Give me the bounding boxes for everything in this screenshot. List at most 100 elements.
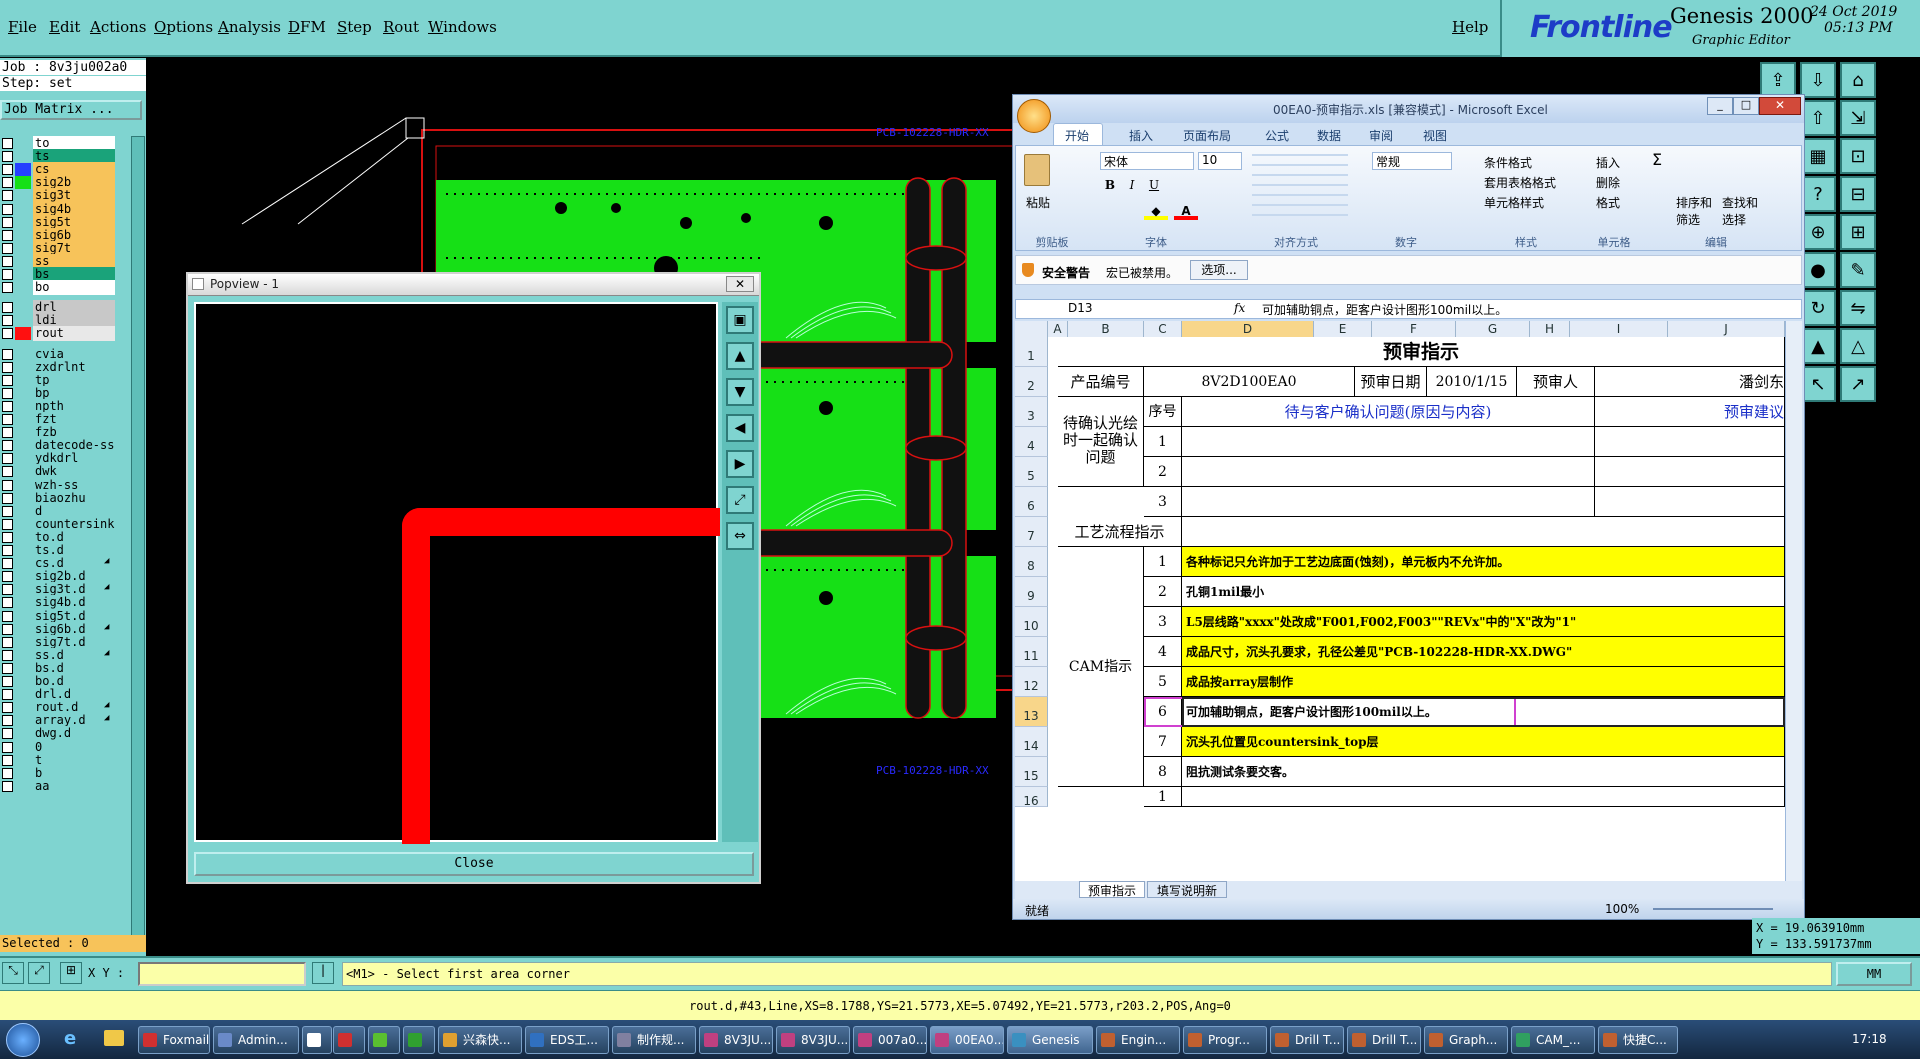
row-header[interactable]: 2 [1015, 367, 1048, 397]
confirm-row-question[interactable] [1182, 427, 1595, 457]
delete-cells-button[interactable]: 删除 [1596, 174, 1620, 191]
product-no-label[interactable]: 产品编号 [1058, 367, 1144, 397]
taskbar-item[interactable] [333, 1026, 365, 1054]
row-header[interactable]: 6 [1015, 487, 1048, 517]
taskbar-item[interactable]: Progr... [1183, 1026, 1267, 1054]
menu-help[interactable]: Help [1452, 18, 1488, 36]
layer-color-swatch[interactable] [15, 767, 31, 780]
confirm-row-question[interactable] [1182, 487, 1595, 517]
layer-checkbox[interactable] [2, 361, 13, 373]
minimize-icon[interactable]: _ [1707, 97, 1733, 115]
layer-checkbox[interactable] [2, 242, 13, 254]
tool-button[interactable]: ⇲ [1840, 100, 1876, 136]
row-header[interactable]: 8 [1015, 547, 1048, 577]
layer-checkbox[interactable] [2, 610, 13, 622]
tool-button[interactable]: ⊡ [1840, 138, 1876, 174]
taskbar-item[interactable]: 00EA0... [930, 1026, 1004, 1054]
layer-color-swatch[interactable] [15, 675, 31, 688]
cam-item-text[interactable]: 成品按array层制作 [1182, 667, 1785, 697]
tool-button[interactable]: ✎ [1840, 252, 1876, 288]
align-icons[interactable] [1252, 154, 1348, 218]
layer-color-swatch[interactable] [15, 150, 31, 163]
layer-checkbox[interactable] [2, 151, 13, 163]
reviewer-value[interactable]: 潘剑东 [1595, 367, 1785, 397]
tool-button[interactable]: ● [1800, 252, 1836, 288]
sheet-title[interactable]: 预审指示 [1058, 337, 1785, 367]
layer-checkbox[interactable] [2, 302, 13, 314]
underline-button[interactable]: U [1144, 178, 1164, 196]
tab-insert[interactable]: 插入 [1129, 127, 1153, 144]
layer-checkbox[interactable] [2, 545, 13, 556]
layer-color-swatch[interactable] [15, 610, 31, 623]
layer-color-swatch[interactable] [15, 452, 31, 465]
name-box[interactable]: D13 [1018, 301, 1168, 317]
menu-file[interactable]: File [8, 18, 37, 36]
popview-close-icon[interactable]: ✕ [726, 276, 754, 292]
tool-button[interactable]: ⇪ [1760, 62, 1796, 98]
layer-color-swatch[interactable] [15, 636, 31, 649]
cam-item-number[interactable]: 8 [1144, 757, 1182, 787]
advice-header[interactable]: 预审建议 [1595, 397, 1785, 427]
row-header[interactable]: 13 [1015, 697, 1048, 727]
row-header[interactable]: 12 [1015, 667, 1048, 697]
taskbar-item[interactable]: 8V3JU... [776, 1026, 850, 1054]
tool-button[interactable]: ⇧ [1800, 100, 1836, 136]
sheet-grid[interactable]: A B C D E F G H I J 1 2 3 4 5 6 7 8 9 10 11 12 13 14 15 16 预审指示 产品编… [1015, 321, 1785, 881]
layer-checkbox[interactable] [2, 203, 13, 215]
popview-nav-icon[interactable]: ▣ [726, 306, 754, 334]
taskbar-item[interactable]: Drill T... [1347, 1026, 1421, 1054]
paste-icon[interactable] [1024, 154, 1050, 186]
confirm-row-number[interactable]: 1 [1144, 427, 1182, 457]
popview-titlebar[interactable]: Popview - 1 ✕ [188, 274, 759, 296]
question-header[interactable]: 待与客户确认问题(原因与内容) [1182, 397, 1595, 427]
layer-color-swatch[interactable] [15, 203, 31, 216]
product-no-value[interactable]: 8V2D100EA0 [1144, 367, 1355, 397]
tool-button[interactable]: ↖ [1800, 366, 1836, 402]
layer-checkbox[interactable] [2, 374, 13, 386]
column-header[interactable]: J [1668, 321, 1785, 337]
tool-button[interactable]: ⇩ [1800, 62, 1836, 98]
cam-item-number[interactable]: 5 [1144, 667, 1182, 697]
tab-review[interactable]: 审阅 [1369, 127, 1393, 144]
column-header[interactable]: A [1048, 321, 1068, 337]
layer-color-swatch[interactable] [15, 688, 31, 701]
job-matrix-button[interactable]: Job Matrix ... [0, 100, 142, 120]
layer-color-swatch[interactable] [15, 176, 31, 190]
layer-color-swatch[interactable] [15, 268, 31, 281]
taskbar-item[interactable]: 兴森快... [438, 1026, 522, 1054]
row-header[interactable]: 15 [1015, 757, 1048, 787]
column-header[interactable]: F [1372, 321, 1456, 337]
layer-color-swatch[interactable] [15, 518, 31, 531]
tool-button[interactable]: ? [1800, 176, 1836, 212]
layer-color-swatch[interactable] [15, 348, 31, 361]
layer-checkbox[interactable] [2, 164, 13, 176]
layer-color-swatch[interactable] [15, 662, 31, 675]
layer-checkbox[interactable] [2, 689, 13, 701]
column-header[interactable]: E [1314, 321, 1372, 337]
layer-checkbox[interactable] [2, 702, 13, 714]
layer-color-swatch[interactable] [15, 492, 31, 505]
layer-color-swatch[interactable] [15, 557, 31, 570]
maximize-icon[interactable]: □ [1733, 97, 1759, 115]
layer-list-scrollbar[interactable] [131, 136, 145, 951]
process-flow-value[interactable] [1182, 517, 1785, 547]
taskbar-item[interactable]: Admin... [213, 1026, 299, 1054]
excel-titlebar[interactable]: 00EA0-预审指示.xls [兼容模式] - Microsoft Excel … [1013, 95, 1804, 133]
confirm-issues-label[interactable]: 待确认光绘时一起确认问题 [1058, 397, 1144, 487]
layer-checkbox[interactable] [2, 348, 13, 360]
layer-checkbox[interactable] [2, 440, 13, 452]
taskbar-item[interactable] [403, 1026, 435, 1054]
snap-icon-2[interactable]: ⤢ [28, 962, 50, 984]
popview-nav-icon[interactable]: ▶ [726, 450, 754, 478]
layer-color-swatch[interactable] [15, 754, 31, 767]
menu-options[interactable]: Options [154, 18, 213, 36]
layer-checkbox[interactable] [2, 531, 13, 543]
cam-item-number[interactable]: 2 [1144, 577, 1182, 607]
cam-item-text[interactable]: 成品尺寸，沉头孔要求，孔径公差见"PCB-102228-HDR-XX.DWG" [1182, 637, 1785, 667]
layer-checkbox[interactable] [2, 414, 13, 425]
menu-dfm[interactable]: DFM [288, 18, 326, 36]
layer-color-swatch[interactable] [15, 701, 31, 714]
cam-item-number[interactable]: 1 [1144, 787, 1182, 807]
layer-color-swatch[interactable] [15, 163, 31, 177]
layer-row[interactable]: rout [0, 326, 128, 342]
